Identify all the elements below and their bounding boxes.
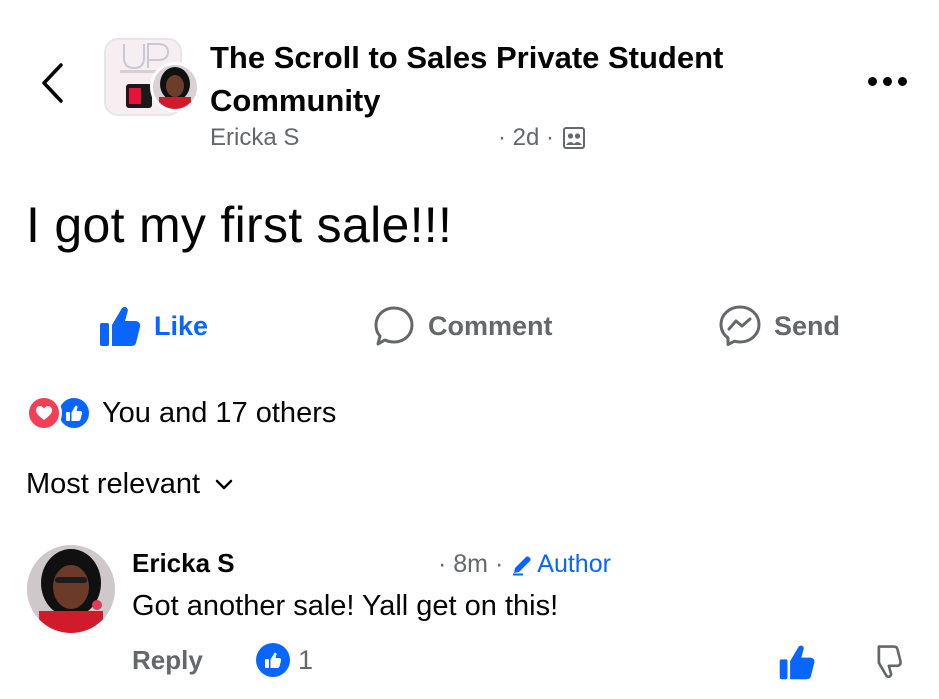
thumbs-down-outline-icon (877, 645, 902, 679)
post-meta: · 2d · (498, 124, 586, 152)
love-reaction-icon (26, 395, 62, 431)
thumbs-up-filled-icon (100, 306, 141, 346)
author-badge-label: Author (537, 550, 611, 578)
send-button[interactable]: Send (718, 300, 840, 352)
back-button[interactable] (30, 58, 74, 108)
messenger-icon (719, 305, 761, 346)
more-horizontal-icon (867, 76, 877, 86)
comment-time: · 8m · (438, 550, 504, 578)
author-badge: Author (511, 550, 611, 579)
author-photo (153, 65, 197, 109)
more-options-button[interactable] (862, 66, 912, 96)
group-members-icon (563, 127, 586, 149)
send-label: Send (774, 310, 841, 341)
comment-meta: · 8m · Author (438, 550, 611, 579)
comment-button[interactable]: Comment (372, 300, 553, 352)
comment-sort-label: Most relevant (26, 468, 201, 500)
comment-like-button[interactable] (776, 640, 818, 684)
comment-like-count: 1 (298, 644, 314, 675)
reactions-summary[interactable]: You and 17 others (26, 392, 336, 434)
comment-text: Got another sale! Yall get on this! (132, 590, 559, 622)
reply-button[interactable]: Reply (132, 645, 203, 676)
author-avatar[interactable] (150, 62, 200, 112)
reactions-count-text: You and 17 others (102, 396, 337, 429)
comment-reactions[interactable]: 1 (256, 643, 313, 677)
group-name[interactable]: The Scroll to Sales Private Student Comm… (210, 36, 800, 122)
like-label: Like (154, 310, 209, 341)
comment-label: Comment (428, 310, 553, 341)
thumbs-up-filled-icon (779, 645, 815, 680)
like-button[interactable]: Like (98, 300, 208, 352)
commenter-avatar[interactable] (27, 545, 115, 633)
chevron-left-icon (42, 63, 63, 103)
chevron-down-icon (215, 479, 233, 489)
comment-sort-dropdown[interactable]: Most relevant (26, 468, 234, 501)
post-author-name[interactable]: Ericka S (210, 124, 299, 152)
comment-dislike-button[interactable] (864, 640, 906, 684)
more-dot (897, 76, 907, 86)
commenter-photo (27, 545, 115, 633)
post-time: · 2d · (498, 124, 555, 151)
post-text: I got my first sale!!! (26, 197, 453, 253)
commenter-name[interactable]: Ericka S (132, 548, 235, 579)
like-reaction-icon (256, 643, 290, 677)
more-dot (882, 76, 892, 86)
comment-bubble-icon (374, 306, 414, 346)
pencil-icon (513, 555, 531, 575)
